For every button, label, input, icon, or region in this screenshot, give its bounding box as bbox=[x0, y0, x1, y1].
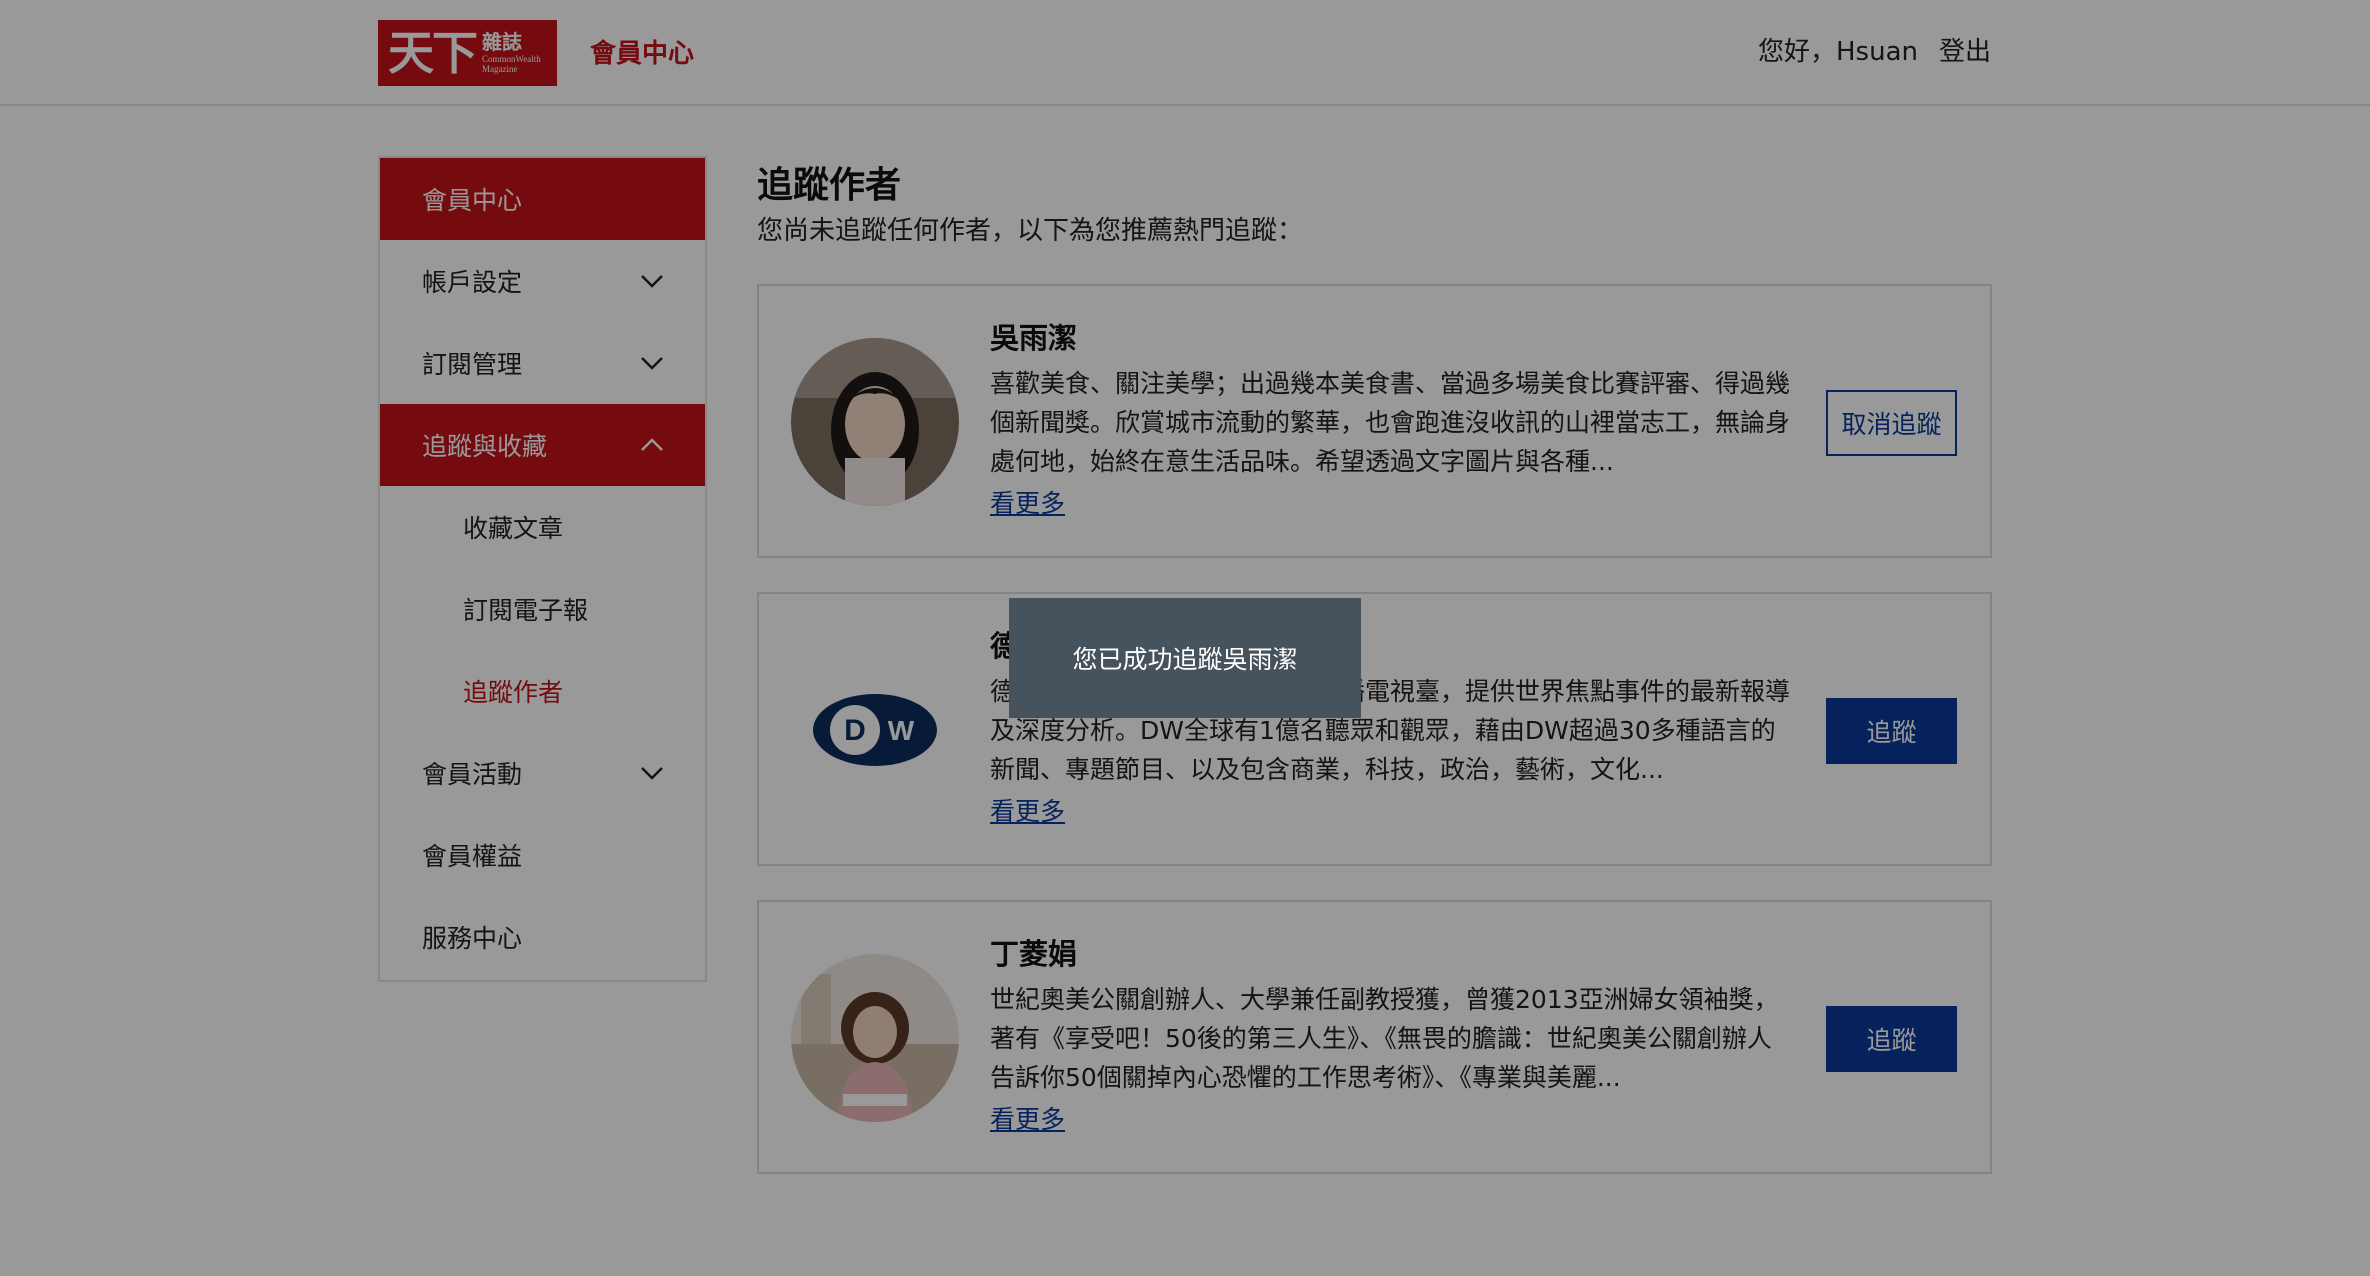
page: 天下 雜誌 CommonWealth Magazine 會員中心 您好，Hsua… bbox=[0, 0, 2370, 1276]
toast-message: 您已成功追蹤吳雨潔 bbox=[1072, 645, 1298, 674]
toast-notification: 您已成功追蹤吳雨潔 bbox=[1009, 598, 1361, 718]
